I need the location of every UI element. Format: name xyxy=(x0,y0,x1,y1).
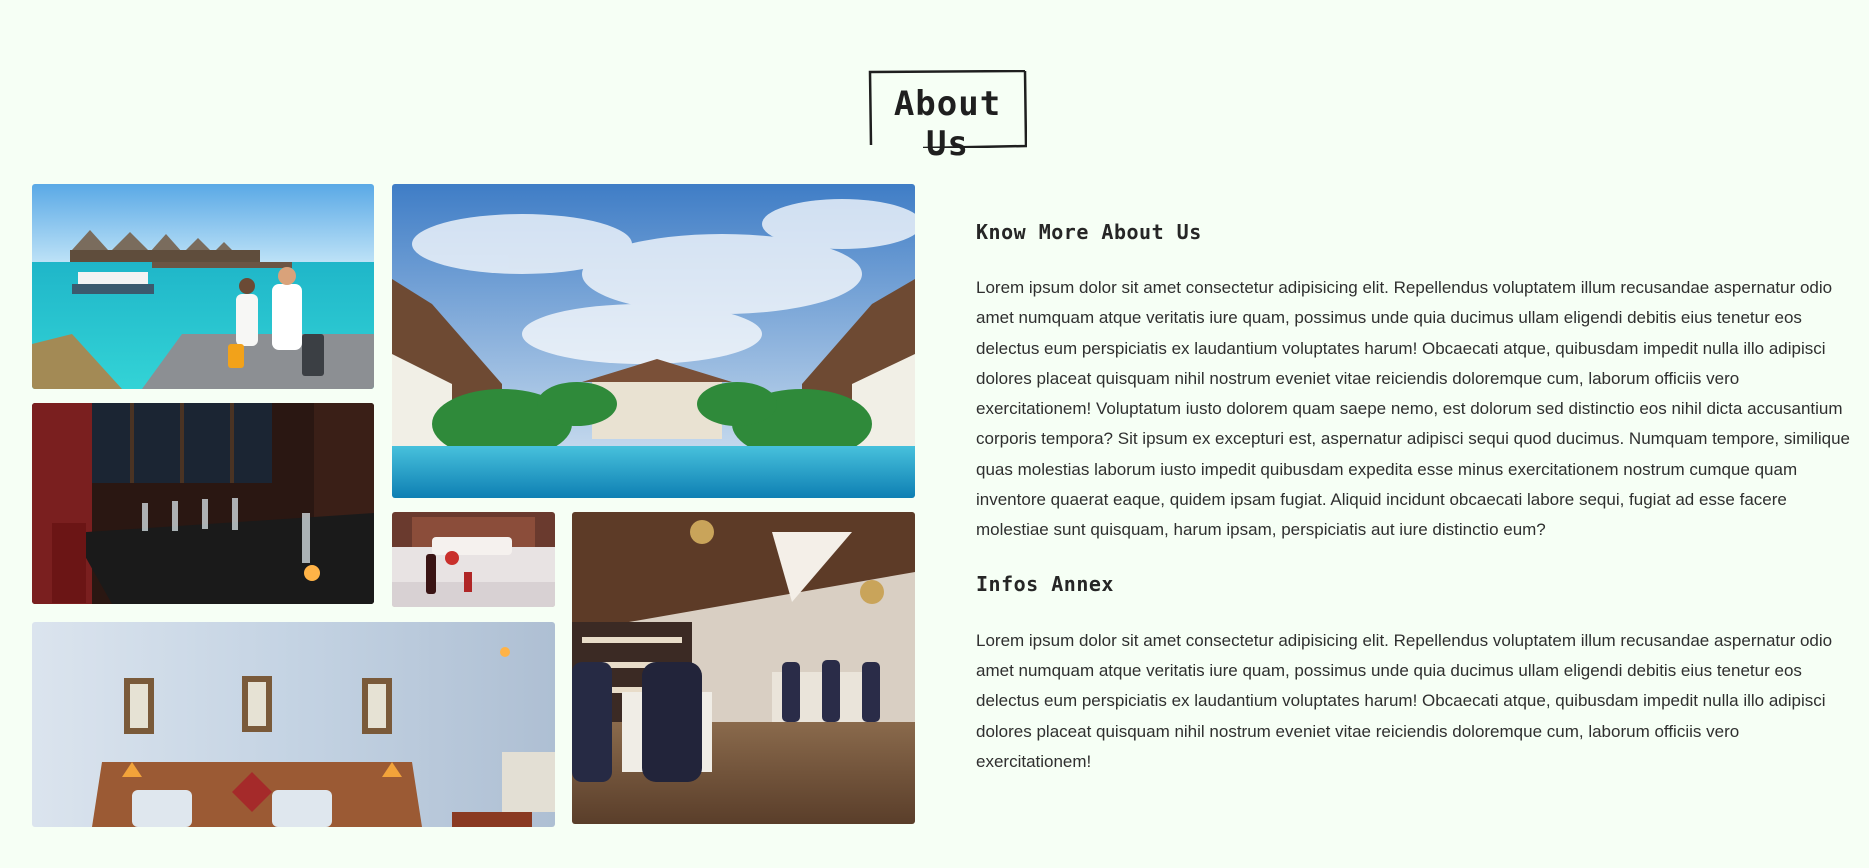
gallery-image-dining-hall xyxy=(572,512,915,824)
know-more-heading: Know More About Us xyxy=(976,220,1202,244)
about-paragraph-2: Lorem ipsum dolor sit amet consectetur a… xyxy=(976,630,1833,771)
gallery-image-resort-pool xyxy=(392,184,915,498)
gallery-image-hotel-bed-wine xyxy=(392,512,555,607)
about-text-column: Know More About Us Lorem ipsum dolor sit… xyxy=(976,220,1856,777)
gallery-image-restaurant-table xyxy=(32,403,374,604)
about-paragraph-1: Lorem ipsum dolor sit amet consectetur a… xyxy=(976,278,1851,540)
section-title-box: About Us xyxy=(868,70,1027,164)
infos-annex-heading: Infos Annex xyxy=(976,571,1114,596)
gallery-image-maldives-pier xyxy=(32,184,374,389)
gallery-image-hotel-bedroom xyxy=(32,622,555,827)
section-title: About Us xyxy=(893,84,1002,164)
